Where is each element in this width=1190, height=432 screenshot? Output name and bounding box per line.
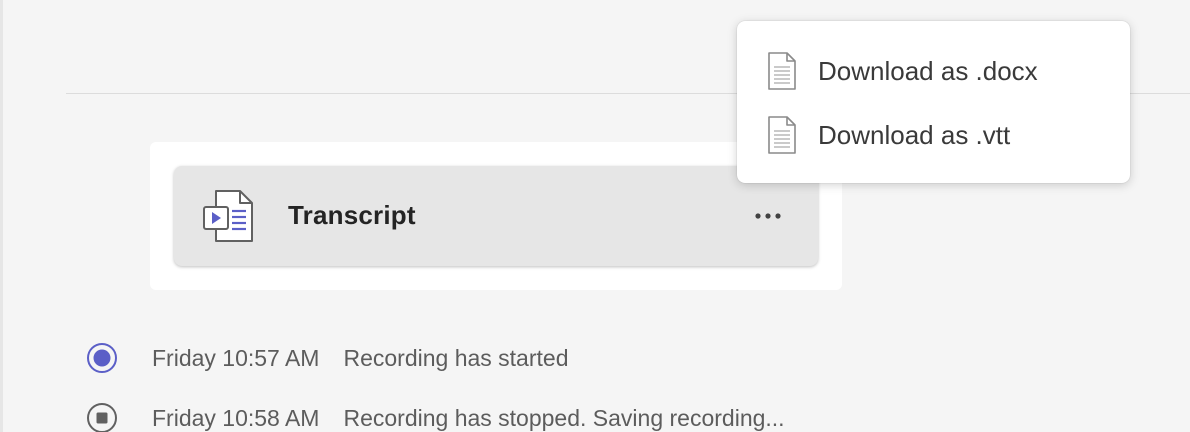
event-time: Friday 10:57 AM bbox=[152, 344, 320, 371]
recording-stopped-icon bbox=[87, 403, 117, 432]
event-recording-started: Friday 10:57 AM Recording has started bbox=[86, 342, 568, 374]
menu-item-label: Download as .docx bbox=[818, 55, 1038, 86]
more-options-button[interactable] bbox=[744, 198, 792, 234]
left-panel-edge bbox=[0, 0, 3, 432]
document-icon bbox=[768, 116, 796, 154]
event-text: Recording has stopped. Saving recording.… bbox=[343, 404, 785, 431]
transcript-card[interactable]: Transcript bbox=[174, 166, 818, 266]
event-text: Recording has started bbox=[343, 344, 569, 371]
menu-item-label: Download as .vtt bbox=[818, 119, 1011, 150]
event-time: Friday 10:58 AM bbox=[152, 404, 320, 431]
more-options-icon bbox=[755, 213, 781, 219]
transcript-file-icon bbox=[203, 190, 253, 242]
meeting-chat-view: Transcript Download as .docx Download as… bbox=[0, 0, 1190, 432]
transcript-title: Transcript bbox=[288, 200, 416, 230]
menu-item-download-docx[interactable]: Download as .docx bbox=[737, 39, 1130, 103]
recording-started-icon bbox=[87, 343, 117, 373]
download-menu: Download as .docx Download as .vtt bbox=[737, 21, 1130, 183]
document-icon bbox=[768, 52, 796, 90]
event-recording-stopped: Friday 10:58 AM Recording has stopped. S… bbox=[86, 402, 785, 432]
menu-item-download-vtt[interactable]: Download as .vtt bbox=[737, 103, 1130, 167]
